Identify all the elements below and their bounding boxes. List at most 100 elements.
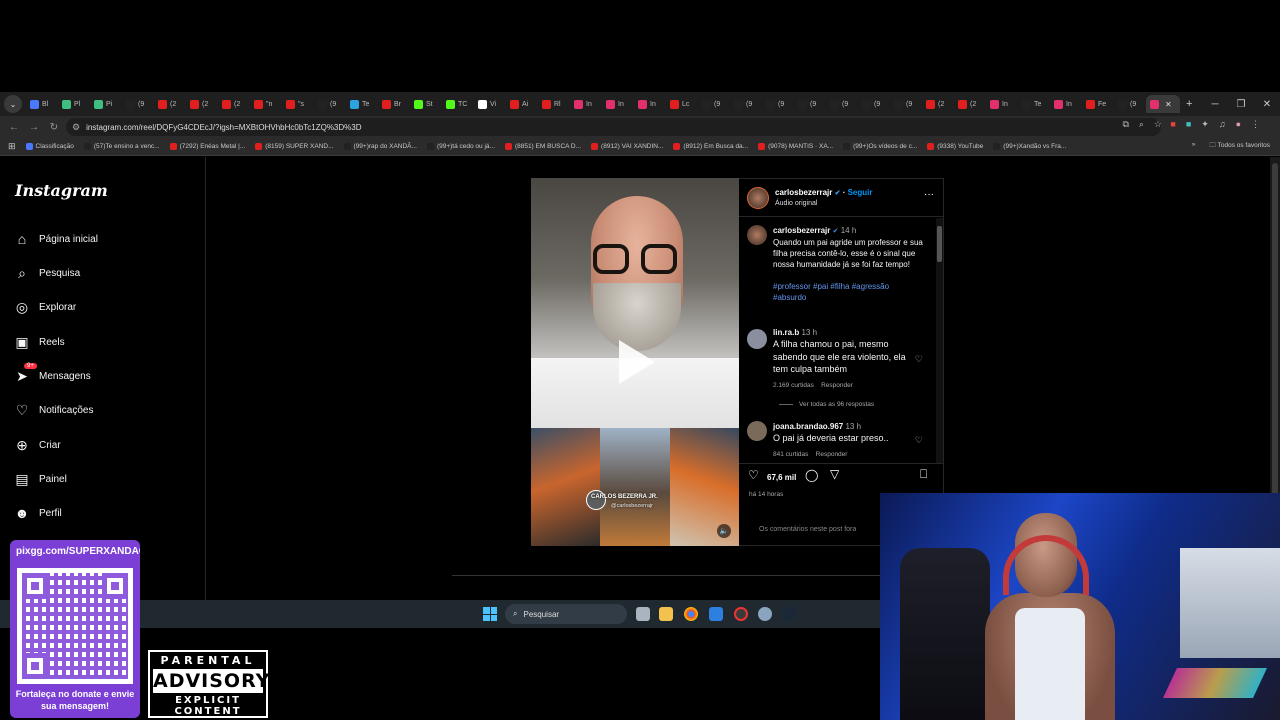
browser-tab[interactable]: "s bbox=[282, 95, 314, 113]
browser-tab[interactable]: (9 bbox=[890, 95, 922, 113]
tab-search-chevron-icon[interactable]: ⌄ bbox=[4, 95, 22, 113]
bookmark-item[interactable]: (99+)rap do XANDÃ... bbox=[343, 143, 417, 150]
browser-tab[interactable]: (9 bbox=[762, 95, 794, 113]
steam-icon[interactable] bbox=[782, 607, 796, 621]
bookmark-item[interactable]: (8851) EM BUSCA D... bbox=[504, 143, 581, 150]
browser-tab[interactable]: In bbox=[602, 95, 634, 113]
comments-scrollbar-thumb[interactable] bbox=[937, 226, 942, 262]
comment-username[interactable]: lin.ra.b bbox=[773, 328, 799, 337]
caption-hashtags[interactable]: #professor #pai #filha #agressão #absurd… bbox=[773, 282, 889, 302]
bookmarks-chevron-icon[interactable]: » bbox=[1192, 141, 1196, 152]
sidebar-item-search[interactable]: ⌕ Pesquisa bbox=[14, 265, 80, 281]
browser-tab[interactable]: Pi bbox=[90, 95, 122, 113]
save-bookmark-icon[interactable]: ⎕ bbox=[920, 467, 927, 482]
browser-tab[interactable]: In bbox=[1050, 95, 1082, 113]
bookmark-star-icon[interactable]: ☆ bbox=[1154, 119, 1162, 130]
play-icon[interactable] bbox=[619, 340, 655, 384]
reel-video[interactable]: CARLOS BEZERRA JR. @carlosbezerrajr 🔈 bbox=[531, 178, 739, 546]
browser-tab[interactable]: (2 bbox=[954, 95, 986, 113]
browser-tab[interactable]: (9 bbox=[826, 95, 858, 113]
caption-username[interactable]: carlosbezerrajr bbox=[773, 226, 830, 235]
close-window-icon[interactable]: ✕ bbox=[1254, 92, 1280, 116]
browser-tab[interactable]: Vi bbox=[474, 95, 506, 113]
share-icon[interactable]: ▽ bbox=[830, 467, 839, 481]
browser-tab[interactable]: (9 bbox=[1114, 95, 1146, 113]
follow-button[interactable]: Seguir bbox=[848, 188, 873, 197]
browser-tab[interactable]: "n bbox=[250, 95, 282, 113]
bookmark-item[interactable]: Classificação bbox=[25, 143, 74, 150]
install-app-icon[interactable]: ⧉ bbox=[1122, 119, 1128, 130]
browser-tab[interactable]: Lc bbox=[666, 95, 698, 113]
browser-tab[interactable]: Te bbox=[1018, 95, 1050, 113]
browser-tab[interactable]: Rl bbox=[538, 95, 570, 113]
chrome-icon[interactable] bbox=[684, 607, 698, 621]
all-bookmarks-folder[interactable]: 🗀 Todos os favoritos bbox=[1209, 141, 1270, 152]
reply-button[interactable]: Responder bbox=[821, 382, 853, 389]
comment-avatar[interactable] bbox=[747, 421, 767, 441]
menu-dots-icon[interactable]: ⋮ bbox=[1251, 119, 1260, 130]
bookmark-item[interactable]: (8159) SUPER XAND... bbox=[255, 143, 334, 150]
browser-tab[interactable]: (2 bbox=[218, 95, 250, 113]
instagram-logo[interactable]: Instagram bbox=[15, 181, 108, 200]
bookmark-item[interactable]: (99+)Xandão vs Fra... bbox=[993, 143, 1066, 150]
bookmark-item[interactable]: (9338) YouTube bbox=[927, 143, 983, 150]
bookmark-item[interactable]: (99+)tá cedo ou já... bbox=[426, 143, 495, 150]
minimize-icon[interactable]: ─ bbox=[1202, 92, 1228, 116]
browser-tab[interactable]: TC bbox=[442, 95, 474, 113]
comments-scrollbar[interactable] bbox=[936, 218, 943, 463]
close-tab-icon[interactable]: ✕ bbox=[1165, 100, 1172, 109]
extensions-puzzle-icon[interactable]: ✦ bbox=[1201, 119, 1209, 130]
windows-start-icon[interactable] bbox=[483, 607, 497, 621]
browser-tab[interactable]: (9 bbox=[122, 95, 154, 113]
browser-tab[interactable]: Pl bbox=[58, 95, 90, 113]
bookmark-item[interactable]: (99+)Os vídeos de c... bbox=[843, 143, 917, 150]
browser-tab[interactable]: In bbox=[986, 95, 1018, 113]
zoom-icon[interactable]: ⌕ bbox=[1139, 119, 1144, 130]
comment-bubble-icon[interactable]: ◯ bbox=[805, 468, 818, 482]
sidebar-item-profile[interactable]: ☻ Perfil bbox=[14, 505, 62, 521]
browser-tab[interactable]: St bbox=[410, 95, 442, 113]
bookmark-item[interactable]: (9078) MANTIS · XA... bbox=[758, 143, 833, 150]
browser-tab[interactable]: (2 bbox=[186, 95, 218, 113]
extension-red-icon[interactable]: ■ bbox=[1170, 119, 1175, 130]
browser-tab[interactable]: (9 bbox=[794, 95, 826, 113]
app-blue-icon[interactable] bbox=[709, 607, 723, 621]
reload-icon[interactable]: ↻ bbox=[44, 122, 64, 133]
forward-icon[interactable]: → bbox=[24, 122, 44, 133]
sidebar-item-heart[interactable]: ♡ Notificações bbox=[14, 402, 94, 418]
bookmark-item[interactable]: (7292) Enéas Metal |... bbox=[169, 143, 245, 150]
browser-tab[interactable]: Te bbox=[346, 95, 378, 113]
browser-tab[interactable]: In bbox=[634, 95, 666, 113]
more-options-icon[interactable]: ··· bbox=[924, 189, 934, 200]
sidebar-item-compass[interactable]: ◎ Explorar bbox=[14, 299, 76, 315]
author-avatar[interactable] bbox=[747, 187, 769, 209]
browser-tab[interactable]: (9 bbox=[698, 95, 730, 113]
browser-tab[interactable]: (9 bbox=[730, 95, 762, 113]
comment-likes[interactable]: 841 curtidas bbox=[773, 451, 808, 458]
extension-teal-icon[interactable]: ■ bbox=[1186, 119, 1191, 130]
sidebar-item-plus[interactable]: ⊕ Criar bbox=[14, 437, 61, 453]
browser-tab[interactable]: (9 bbox=[314, 95, 346, 113]
maximize-icon[interactable]: ❐ bbox=[1228, 92, 1254, 116]
mute-icon[interactable]: 🔈 bbox=[717, 524, 731, 538]
browser-tab[interactable]: Ai bbox=[506, 95, 538, 113]
sidebar-item-home[interactable]: ⌂ Página inicial bbox=[14, 231, 98, 247]
site-info-icon[interactable]: ⚙ bbox=[72, 122, 80, 133]
comment-avatar[interactable] bbox=[747, 329, 767, 349]
task-view-icon[interactable] bbox=[636, 607, 650, 621]
comment-likes[interactable]: 2.169 curtidas bbox=[773, 382, 814, 389]
browser-tab[interactable]: Fe bbox=[1082, 95, 1114, 113]
sidebar-item-reels[interactable]: ▣ Reels bbox=[14, 334, 64, 350]
browser-tab[interactable]: (9 bbox=[858, 95, 890, 113]
browser-tab[interactable]: Br bbox=[378, 95, 410, 113]
audio-label[interactable]: Áudio original bbox=[775, 200, 817, 207]
back-icon[interactable]: ← bbox=[4, 122, 24, 133]
browser-tab[interactable]: (2 bbox=[154, 95, 186, 113]
file-explorer-icon[interactable] bbox=[659, 607, 673, 621]
app-record-icon[interactable] bbox=[734, 607, 748, 621]
bookmark-item[interactable]: (57)Te ensino a venc... bbox=[83, 143, 160, 150]
url-field[interactable]: ⚙ instagram.com/reel/DQFyG4CDEcJ/?igsh=M… bbox=[66, 118, 1161, 136]
sidebar-item-messages[interactable]: ➤ 9+ Mensagens bbox=[14, 363, 91, 384]
author-username[interactable]: carlosbezerrajr bbox=[775, 188, 832, 197]
profile-avatar-icon[interactable]: ● bbox=[1236, 119, 1241, 130]
